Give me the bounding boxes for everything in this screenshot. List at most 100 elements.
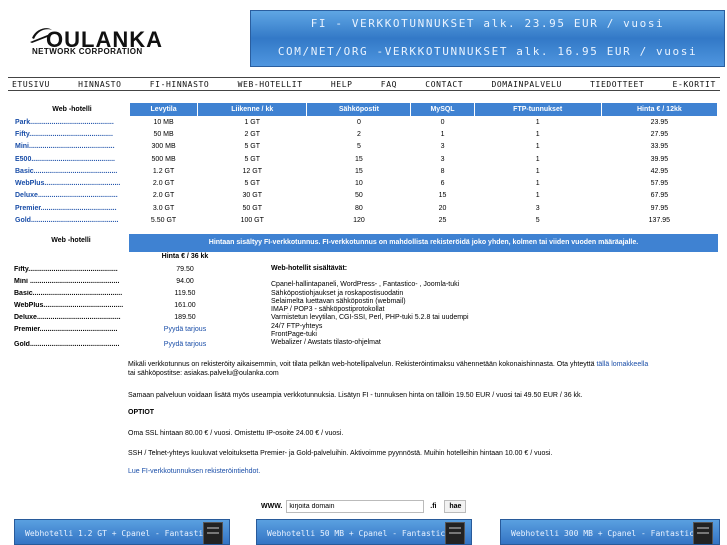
nav-help[interactable]: HELP [331, 80, 353, 89]
nav-faq[interactable]: FAQ [381, 80, 397, 89]
fi-price-gold-link[interactable]: Pyydä tarjous [149, 341, 221, 348]
nav-fi-hinnasto[interactable]: FI-HINNASTO [150, 80, 210, 89]
table-cell: 97.95 [650, 204, 669, 212]
main-nav: ETUSIVU HINNASTO FI-HINNASTO WEB-HOTELLI… [8, 77, 720, 91]
table-cell: 6 [440, 180, 445, 188]
ad-banner-3[interactable]: Webhotelli 300 MB + Cpanel - Fantastico [500, 519, 720, 545]
nav-hinnasto[interactable]: HINNASTO [78, 80, 121, 89]
feature-item: FrontPage-tuki [271, 331, 317, 339]
table-row: Fifty...................................… [15, 128, 717, 140]
fi-info-bar: Hintaan sisältyy FI-verkkotunnus. FI-ver… [129, 234, 718, 252]
oulanka-logo[interactable]: OULANKA NETWORK CORPORATION [30, 24, 165, 58]
table-row: Deluxe..................................… [15, 190, 717, 202]
features-title: Web-hotellit sisältävät: [271, 265, 348, 272]
table-cell: 25 [438, 217, 447, 225]
fi-price-header: Hinta € / 36 kk [161, 253, 209, 260]
ad-banner-1[interactable]: Webhotelli 1.2 GT + Cpanel - Fantastico [14, 519, 230, 545]
table-cell: 50 [355, 192, 363, 200]
server-icon [693, 522, 713, 544]
table-cell: 1 [535, 180, 540, 188]
table-row: E500....................................… [15, 153, 717, 165]
table-cell: 2.0 GT [152, 180, 175, 188]
header-web-hotelli: Web -hotelli [15, 103, 129, 116]
table-cell: 500 MB [151, 155, 176, 163]
nav-tiedotteet[interactable]: TIEDOTTEET [590, 80, 644, 89]
table-cell: 1 [535, 155, 540, 163]
table-cell: 100 GT [240, 217, 264, 225]
plan-link-mini[interactable]: Mini....................................… [15, 141, 129, 153]
fi-section-header: Web -hotelli Hintaan sisältyy FI-verkkot… [14, 234, 718, 252]
fi-price-mini: 94.00 [176, 278, 194, 285]
banner-line-fi: FI - VERKKOTUNNUKSET alk. 23.95 EUR / vu… [310, 17, 665, 30]
ad-strip: Webhotelli 1.2 GT + Cpanel - Fantastico … [0, 519, 727, 545]
table-cell: 42.95 [650, 167, 669, 175]
table-cell: 10 MB [153, 118, 174, 126]
table-cell: 3 [440, 155, 445, 163]
feature-item: Sähköpostiohjaukset ja roskapostisuodati… [271, 289, 404, 297]
feature-item: Cpanel-hallintapaneli, WordPress- , Fant… [271, 281, 460, 289]
plan-link-e500[interactable]: E500....................................… [15, 153, 129, 165]
header-ftp: FTP-tunnukset [474, 103, 601, 116]
table-cell: 15 [355, 167, 363, 175]
table-cell: 1 [535, 192, 540, 200]
table-row: Basic...................................… [15, 165, 717, 177]
fi-plan-premier: Premier.................................… [14, 326, 118, 333]
nav-domainpalvelu[interactable]: DOMAINPALVELU [491, 80, 561, 89]
ad-banner-2[interactable]: Webhotelli 50 MB + Cpanel - Fantastico [256, 519, 472, 545]
logo-subtitle: NETWORK CORPORATION [32, 47, 143, 56]
header-liikenne: Liikenne / kk [198, 103, 307, 116]
table-cell: 1 [535, 167, 540, 175]
nav-contact[interactable]: CONTACT [425, 80, 463, 89]
fi-plan-gold: Gold....................................… [14, 341, 120, 348]
fi-plan-deluxe: Deluxe..................................… [14, 314, 121, 321]
nav-web-hotellit[interactable]: WEB-HOTELLIT [238, 80, 303, 89]
plan-link-park[interactable]: Park....................................… [15, 116, 129, 128]
plan-link-gold[interactable]: Gold....................................… [15, 214, 129, 226]
header-hinta: Hinta € / 12kk [601, 103, 717, 116]
domain-search-button[interactable]: hae [444, 500, 467, 513]
nav-e-kortit[interactable]: E-KORTIT [673, 80, 716, 89]
table-cell: 1 [535, 143, 540, 151]
server-icon [445, 522, 465, 544]
info-paragraph-ssh: SSH / Telnet-yhteys kuuluvat veloitukset… [128, 450, 553, 457]
table-cell: 67.95 [650, 192, 669, 200]
domain-tld-label: .fi [430, 503, 437, 510]
plan-link-fifty[interactable]: Fifty...................................… [15, 128, 129, 140]
fi-price-premier-link[interactable]: Pyydä tarjous [149, 326, 221, 333]
plan-link-premier[interactable]: Premier.................................… [15, 202, 129, 214]
info-text-a: Mikäli verkkotunnus on rekisteröity aika… [128, 361, 595, 368]
table-cell: 5 GT [244, 155, 261, 163]
table-cell: 8 [440, 167, 445, 175]
domain-search-input[interactable] [286, 500, 425, 513]
table-cell: 33.95 [650, 143, 669, 151]
promo-banner[interactable]: FI - VERKKOTUNNUKSET alk. 23.95 EUR / vu… [250, 10, 725, 67]
table-cell: 1 [535, 130, 540, 138]
info-paragraph-extra-domains: Samaan palveluun voidaan lisätä myös use… [128, 392, 583, 399]
contact-form-link[interactable]: tällä lomakkeella [596, 361, 648, 368]
table-cell: 5 [356, 143, 361, 151]
table-cell: 50 GT [242, 204, 262, 212]
table-cell: 50 MB [153, 130, 174, 138]
fi-plan-fifty: Fifty...................................… [14, 266, 118, 273]
table-cell: 5.50 GT [150, 217, 177, 225]
registration-terms-link[interactable]: Lue FI-verkkotunnuksen rekisteröintiehdo… [128, 468, 260, 475]
table-cell: 120 [353, 217, 365, 225]
table-cell: 5 [535, 217, 540, 225]
table-cell: 27.95 [650, 130, 669, 138]
info-paragraph-ssl: Oma SSL hintaan 80.00 € / vuosi. Omistet… [128, 430, 344, 437]
table-cell: 3 [440, 143, 445, 151]
feature-item: Varmistetun levytilan, CGI-SSI, Perl, PH… [271, 314, 469, 322]
ad-text: Webhotelli 1.2 GT + Cpanel - Fantastico [25, 529, 213, 538]
table-cell: 39.95 [650, 155, 669, 163]
plan-link-basic[interactable]: Basic...................................… [15, 165, 129, 177]
plan-link-webplus[interactable]: WebPlus.................................… [15, 177, 129, 189]
table-cell: 1 GT [244, 118, 261, 126]
table-cell: 80 [355, 204, 363, 212]
table-cell: 1 [440, 130, 445, 138]
plan-link-deluxe[interactable]: Deluxe..................................… [15, 190, 129, 202]
table-cell: 23.95 [650, 118, 669, 126]
table-cell: 1 [535, 118, 540, 126]
nav-etusivu[interactable]: ETUSIVU [12, 80, 50, 89]
features-list: Web-hotellit sisältävät: Cpanel-hallinta… [271, 265, 469, 348]
feature-item: Webalizer / Awstats tilasto-ohjelmat [271, 339, 381, 347]
